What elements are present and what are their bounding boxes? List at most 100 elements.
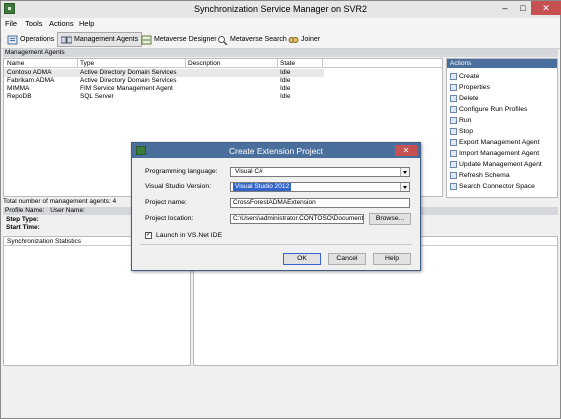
action-label: Import Management Agent <box>459 149 540 157</box>
import-icon <box>450 149 457 157</box>
row-state: Idle <box>280 69 291 76</box>
action-configure-run-profiles[interactable]: Configure Run Profiles <box>450 104 527 114</box>
configure-icon <box>450 105 457 113</box>
start-time-label: Start Time: <box>6 224 40 231</box>
joiner-icon <box>288 35 299 45</box>
action-stop[interactable]: Stop <box>450 126 473 136</box>
column-divider[interactable] <box>185 59 186 68</box>
maximize-button[interactable]: □ <box>513 1 533 15</box>
row-name: Contoso ADMA <box>7 69 52 76</box>
operations-icon <box>7 35 18 45</box>
cancel-button[interactable]: Cancel <box>328 253 366 265</box>
create-extension-project-dialog: Create Extension Project ✕ Programming l… <box>131 142 421 271</box>
programming-language-select[interactable]: Visual C# <box>230 167 410 177</box>
row-state: Idle <box>280 85 291 92</box>
column-header-type[interactable]: Type <box>80 60 94 67</box>
minimize-button[interactable]: – <box>495 1 515 15</box>
menu-help[interactable]: Help <box>79 19 94 28</box>
properties-icon <box>450 83 457 91</box>
create-icon <box>450 72 457 80</box>
action-label: Refresh Schema <box>459 171 510 179</box>
profile-name-label: Profile Name: <box>5 207 45 214</box>
run-icon <box>450 116 457 124</box>
launch-checkbox[interactable]: ✓ <box>145 232 152 239</box>
vs-version-label: Visual Studio Version: <box>145 183 211 190</box>
management-agents-icon <box>60 35 73 45</box>
row-state: Idle <box>280 93 291 100</box>
menu-file[interactable]: File <box>5 19 17 28</box>
metaverse-search-icon <box>217 35 228 46</box>
dialog-title-bar: Create Extension Project ✕ <box>132 143 420 158</box>
project-location-label: Project location: <box>145 215 194 222</box>
refresh-icon <box>450 171 457 179</box>
column-divider[interactable] <box>77 59 78 68</box>
row-name: Fabrikam ADMA <box>7 77 55 84</box>
metaverse-search-button[interactable]: Metaverse Search <box>214 32 290 47</box>
table-row[interactable]: MIMMA FIM Service Management Agent Idle <box>4 85 324 93</box>
menu-tools[interactable]: Tools <box>25 19 43 28</box>
action-search-connector-space[interactable]: Search Connector Space <box>450 181 535 191</box>
action-update-management-agent[interactable]: Update Management Agent <box>450 159 542 169</box>
close-button[interactable]: ✕ <box>531 1 561 15</box>
row-type: Active Directory Domain Services <box>80 69 177 76</box>
project-name-field[interactable]: CrossForestADMAExtension <box>230 198 410 208</box>
table-row[interactable]: Contoso ADMA Active Directory Domain Ser… <box>4 69 324 77</box>
vs-version-select[interactable]: Visual Studio 2012 <box>230 182 410 192</box>
menu-actions[interactable]: Actions <box>49 19 74 28</box>
action-label: Configure Run Profiles <box>459 105 528 113</box>
user-name-label: User Name: <box>50 207 85 214</box>
action-create[interactable]: Create <box>450 71 479 81</box>
action-label: Run <box>459 116 472 124</box>
actions-header: Actions <box>447 59 557 68</box>
project-location-field[interactable]: C:\Users\administrator.CONTOSO\Documents <box>230 214 364 224</box>
action-label: Delete <box>459 94 479 102</box>
action-label: Export Management Agent <box>459 138 540 146</box>
action-delete[interactable]: Delete <box>450 93 479 103</box>
management-agents-button[interactable]: Management Agents <box>57 32 143 47</box>
metaverse-designer-label: Metaverse Designer <box>154 36 217 43</box>
joiner-label: Joiner <box>301 36 321 43</box>
table-row[interactable]: RepoDB SQL Server Idle <box>4 93 324 101</box>
launch-label: Launch in VS.Net IDE <box>156 232 223 239</box>
programming-language-value: Visual C# <box>235 168 263 175</box>
joiner-button[interactable]: Joiner <box>285 32 323 47</box>
column-header-name[interactable]: Name <box>7 60 24 67</box>
grid-header: Name Type Description State <box>4 59 442 68</box>
chevron-down-icon[interactable] <box>400 168 409 176</box>
action-label: Properties <box>459 83 490 91</box>
actions-pane: Actions Create Properties Delete Configu… <box>446 58 558 198</box>
action-import-management-agent[interactable]: Import Management Agent <box>450 148 539 158</box>
operations-label: Operations <box>20 36 55 43</box>
toolbar: Operations Management Agents Metaverse D… <box>1 30 560 49</box>
project-name-label: Project name: <box>145 199 187 206</box>
ok-button[interactable]: OK <box>283 253 321 265</box>
action-run[interactable]: Run <box>450 115 471 125</box>
title-bar: Synchronization Service Manager on SVR2 … <box>1 1 561 18</box>
help-button[interactable]: Help <box>373 253 411 265</box>
table-row[interactable]: Fabrikam ADMA Active Directory Domain Se… <box>4 77 324 85</box>
row-name: MIMMA <box>7 85 30 92</box>
browse-button[interactable]: Browse... <box>369 213 411 225</box>
action-export-management-agent[interactable]: Export Management Agent <box>450 137 539 147</box>
export-icon <box>450 138 457 146</box>
search-icon <box>450 182 457 190</box>
action-label: Update Management Agent <box>459 160 542 168</box>
row-name: RepoDB <box>7 93 32 100</box>
action-refresh-schema[interactable]: Refresh Schema <box>450 170 510 180</box>
column-divider[interactable] <box>277 59 278 68</box>
column-header-description[interactable]: Description <box>188 60 221 67</box>
delete-icon <box>450 94 457 102</box>
column-divider[interactable] <box>322 59 323 68</box>
management-agents-label: Management Agents <box>74 36 139 43</box>
row-type: SQL Server <box>80 93 114 100</box>
step-type-label: Step Type: <box>6 216 39 223</box>
metaverse-designer-button[interactable]: Metaverse Designer <box>138 32 220 47</box>
column-header-state[interactable]: State <box>280 60 295 67</box>
status-bar <box>1 367 560 377</box>
operations-button[interactable]: Operations <box>4 32 57 47</box>
row-type: Active Directory Domain Services <box>80 77 177 84</box>
dialog-close-button[interactable]: ✕ <box>395 145 417 156</box>
chevron-down-icon[interactable] <box>400 183 409 191</box>
programming-language-label: Programming language: <box>145 168 218 175</box>
action-properties[interactable]: Properties <box>450 82 490 92</box>
